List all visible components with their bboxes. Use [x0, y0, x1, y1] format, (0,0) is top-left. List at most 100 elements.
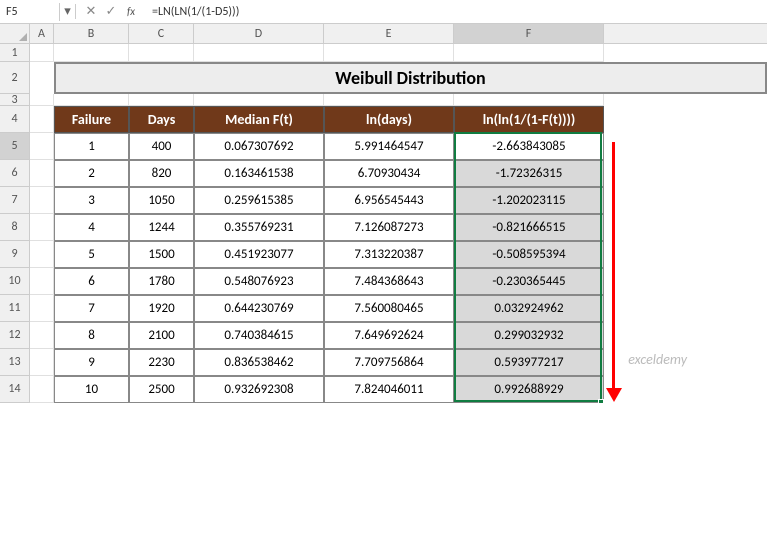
- cell-A2[interactable]: [30, 62, 54, 94]
- cell-failure[interactable]: 10: [54, 376, 129, 403]
- cell-median[interactable]: 0.932692308: [194, 376, 324, 403]
- cell-A12[interactable]: [30, 322, 54, 349]
- col-header-B[interactable]: B: [54, 24, 129, 43]
- name-box[interactable]: F5: [0, 3, 60, 21]
- cell-days[interactable]: 1920: [129, 295, 194, 322]
- row-header-5[interactable]: 5: [0, 133, 30, 160]
- enter-icon[interactable]: ✓: [102, 3, 120, 21]
- col-header-A[interactable]: A: [30, 24, 54, 43]
- cell-lndays[interactable]: 7.649692624: [324, 322, 454, 349]
- cell-lndays[interactable]: 6.70930434: [324, 160, 454, 187]
- cell-failure[interactable]: 1: [54, 133, 129, 160]
- header-lndays[interactable]: ln(days): [324, 106, 454, 133]
- name-box-dropdown-icon[interactable]: ▾: [60, 4, 76, 19]
- cell-C3[interactable]: [129, 94, 194, 106]
- row-header-12[interactable]: 12: [0, 322, 30, 349]
- cell-B1[interactable]: [54, 44, 129, 62]
- cell-days[interactable]: 2500: [129, 376, 194, 403]
- cell-days[interactable]: 1244: [129, 214, 194, 241]
- cell-failure[interactable]: 6: [54, 268, 129, 295]
- cell-E1[interactable]: [324, 44, 454, 62]
- col-header-F[interactable]: F: [454, 24, 604, 43]
- cell-failure[interactable]: 7: [54, 295, 129, 322]
- cell-A1[interactable]: [30, 44, 54, 62]
- header-median[interactable]: Median F(t): [194, 106, 324, 133]
- row-header-10[interactable]: 10: [0, 268, 30, 295]
- cell-lnln[interactable]: -0.230365445: [454, 268, 604, 295]
- formula-input[interactable]: =LN(LN(1/(1-D5))): [146, 3, 767, 21]
- cell-A6[interactable]: [30, 160, 54, 187]
- cell-days[interactable]: 1780: [129, 268, 194, 295]
- cell-A4[interactable]: [30, 106, 54, 133]
- cell-median[interactable]: 0.067307692: [194, 133, 324, 160]
- cell-days[interactable]: 1500: [129, 241, 194, 268]
- cell-median[interactable]: 0.548076923: [194, 268, 324, 295]
- cell-A5[interactable]: [30, 133, 54, 160]
- title-cell[interactable]: Weibull Distribution: [54, 62, 767, 94]
- cell-lndays[interactable]: 5.991464547: [324, 133, 454, 160]
- cell-lnln[interactable]: 0.992688929: [454, 376, 604, 403]
- cell-failure[interactable]: 2: [54, 160, 129, 187]
- cell-lndays[interactable]: 7.824046011: [324, 376, 454, 403]
- cell-lnln[interactable]: -2.663843085: [454, 133, 604, 160]
- cell-D1[interactable]: [194, 44, 324, 62]
- cell-F3[interactable]: [454, 94, 604, 106]
- cell-lndays[interactable]: 6.956545443: [324, 187, 454, 214]
- cell-lnln[interactable]: 0.032924962: [454, 295, 604, 322]
- cell-failure[interactable]: 5: [54, 241, 129, 268]
- header-days[interactable]: Days: [129, 106, 194, 133]
- col-header-D[interactable]: D: [194, 24, 324, 43]
- cancel-icon[interactable]: ✕: [82, 3, 100, 21]
- cell-median[interactable]: 0.259615385: [194, 187, 324, 214]
- cell-lnln[interactable]: -0.821666515: [454, 214, 604, 241]
- cell-C1[interactable]: [129, 44, 194, 62]
- cell-B3[interactable]: [54, 94, 129, 106]
- cell-failure[interactable]: 9: [54, 349, 129, 376]
- cell-lndays[interactable]: 7.484368643: [324, 268, 454, 295]
- cell-A3[interactable]: [30, 94, 54, 106]
- select-all-corner[interactable]: [0, 24, 30, 44]
- cell-days[interactable]: 1050: [129, 187, 194, 214]
- fill-handle[interactable]: [598, 399, 604, 403]
- row-header-9[interactable]: 9: [0, 241, 30, 268]
- cell-days[interactable]: 2230: [129, 349, 194, 376]
- row-header-7[interactable]: 7: [0, 187, 30, 214]
- row-header-4[interactable]: 4: [0, 106, 30, 133]
- cell-lndays[interactable]: 7.126087273: [324, 214, 454, 241]
- cell-A9[interactable]: [30, 241, 54, 268]
- cell-median[interactable]: 0.163461538: [194, 160, 324, 187]
- cell-failure[interactable]: 3: [54, 187, 129, 214]
- fx-icon[interactable]: fx: [122, 3, 140, 21]
- cell-lndays[interactable]: 7.313220387: [324, 241, 454, 268]
- cell-days[interactable]: 400: [129, 133, 194, 160]
- cell-A10[interactable]: [30, 268, 54, 295]
- row-header-14[interactable]: 14: [0, 376, 30, 403]
- cell-failure[interactable]: 4: [54, 214, 129, 241]
- cell-lnln[interactable]: -1.72326315: [454, 160, 604, 187]
- cell-D3[interactable]: [194, 94, 324, 106]
- cell-A7[interactable]: [30, 187, 54, 214]
- cell-median[interactable]: 0.740384615: [194, 322, 324, 349]
- cell-E3[interactable]: [324, 94, 454, 106]
- cell-median[interactable]: 0.644230769: [194, 295, 324, 322]
- cell-A11[interactable]: [30, 295, 54, 322]
- cell-A8[interactable]: [30, 214, 54, 241]
- cells-area[interactable]: Weibull Distribution Failure Days Median…: [30, 44, 767, 403]
- row-header-11[interactable]: 11: [0, 295, 30, 322]
- cell-median[interactable]: 0.451923077: [194, 241, 324, 268]
- cell-lnln[interactable]: 0.593977217: [454, 349, 604, 376]
- cell-lnln[interactable]: -0.508595394: [454, 241, 604, 268]
- row-header-2[interactable]: 2: [0, 62, 30, 94]
- header-failure[interactable]: Failure: [54, 106, 129, 133]
- header-lnln[interactable]: ln(ln(1/(1-F(t)))): [454, 106, 604, 133]
- cell-days[interactable]: 2100: [129, 322, 194, 349]
- cell-lnln[interactable]: 0.299032932: [454, 322, 604, 349]
- row-header-6[interactable]: 6: [0, 160, 30, 187]
- row-header-1[interactable]: 1: [0, 44, 30, 62]
- cell-F1[interactable]: [454, 44, 604, 62]
- cell-lnln[interactable]: -1.202023115: [454, 187, 604, 214]
- row-header-8[interactable]: 8: [0, 214, 30, 241]
- cell-lndays[interactable]: 7.560080465: [324, 295, 454, 322]
- cell-A14[interactable]: [30, 376, 54, 403]
- cell-lndays[interactable]: 7.709756864: [324, 349, 454, 376]
